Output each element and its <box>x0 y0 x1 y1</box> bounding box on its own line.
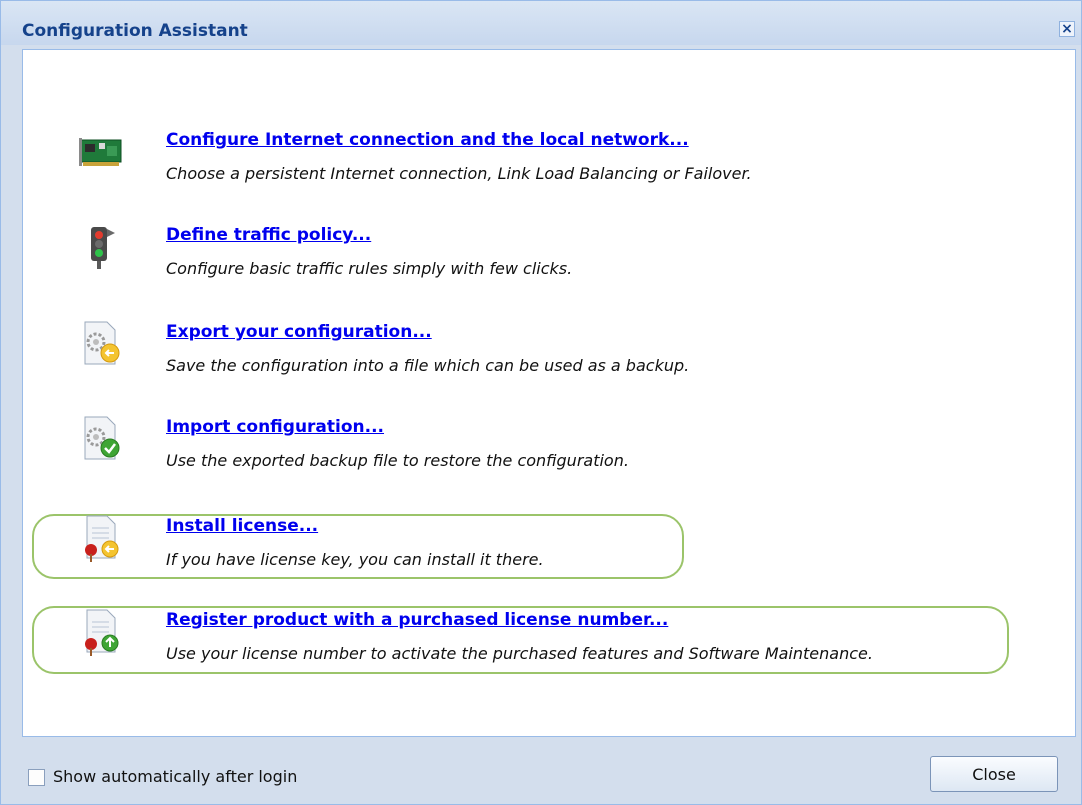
assistant-item-internet: Configure Internet connection and the lo… <box>23 130 1023 200</box>
define-traffic-policy-link[interactable]: Define traffic policy... <box>166 225 371 245</box>
export-configuration-link[interactable]: Export your configuration... <box>166 322 432 342</box>
assistant-item-import: Import configuration... Use the exported… <box>23 416 1023 487</box>
show-automatically-checkbox[interactable] <box>28 769 45 786</box>
traffic-light-icon <box>91 227 115 269</box>
show-automatically-label: Show automatically after login <box>53 767 298 786</box>
import-configuration-link[interactable]: Import configuration... <box>166 417 384 437</box>
title-bar: Configuration Assistant × <box>1 1 1081 45</box>
configure-internet-description: Choose a persistent Internet connection,… <box>166 164 752 183</box>
export-configuration-description: Save the configuration into a file which… <box>166 356 690 375</box>
assistant-item-export: Export your configuration... Save the co… <box>23 321 1023 392</box>
network-card-icon <box>79 138 122 166</box>
config-import-icon <box>84 416 120 460</box>
install-license-description: If you have license key, you can install… <box>166 550 544 569</box>
configure-internet-link[interactable]: Configure Internet connection and the lo… <box>166 130 689 150</box>
license-install-icon <box>85 515 119 562</box>
window-title: Configuration Assistant <box>22 21 248 41</box>
close-window-button[interactable]: × <box>1059 21 1075 37</box>
install-license-link[interactable]: Install license... <box>166 516 318 536</box>
register-product-link[interactable]: Register product with a purchased licens… <box>166 610 668 630</box>
assistant-item-register-product: Register product with a purchased licens… <box>23 609 1023 680</box>
license-register-icon <box>85 609 119 656</box>
config-export-icon <box>84 321 120 365</box>
define-traffic-policy-description: Configure basic traffic rules simply wit… <box>166 259 573 278</box>
import-configuration-description: Use the exported backup file to restore … <box>166 451 629 470</box>
assistant-item-install-license: Install license... If you have license k… <box>23 515 1023 586</box>
configuration-assistant-window: Configuration Assistant × Configure Inte… <box>0 0 1082 805</box>
assistant-item-traffic: Define traffic policy... Configure basic… <box>23 225 1023 295</box>
close-button[interactable]: Close <box>930 756 1058 792</box>
assistant-content: Configure Internet connection and the lo… <box>22 49 1076 737</box>
register-product-description: Use your license number to activate the … <box>166 644 873 663</box>
